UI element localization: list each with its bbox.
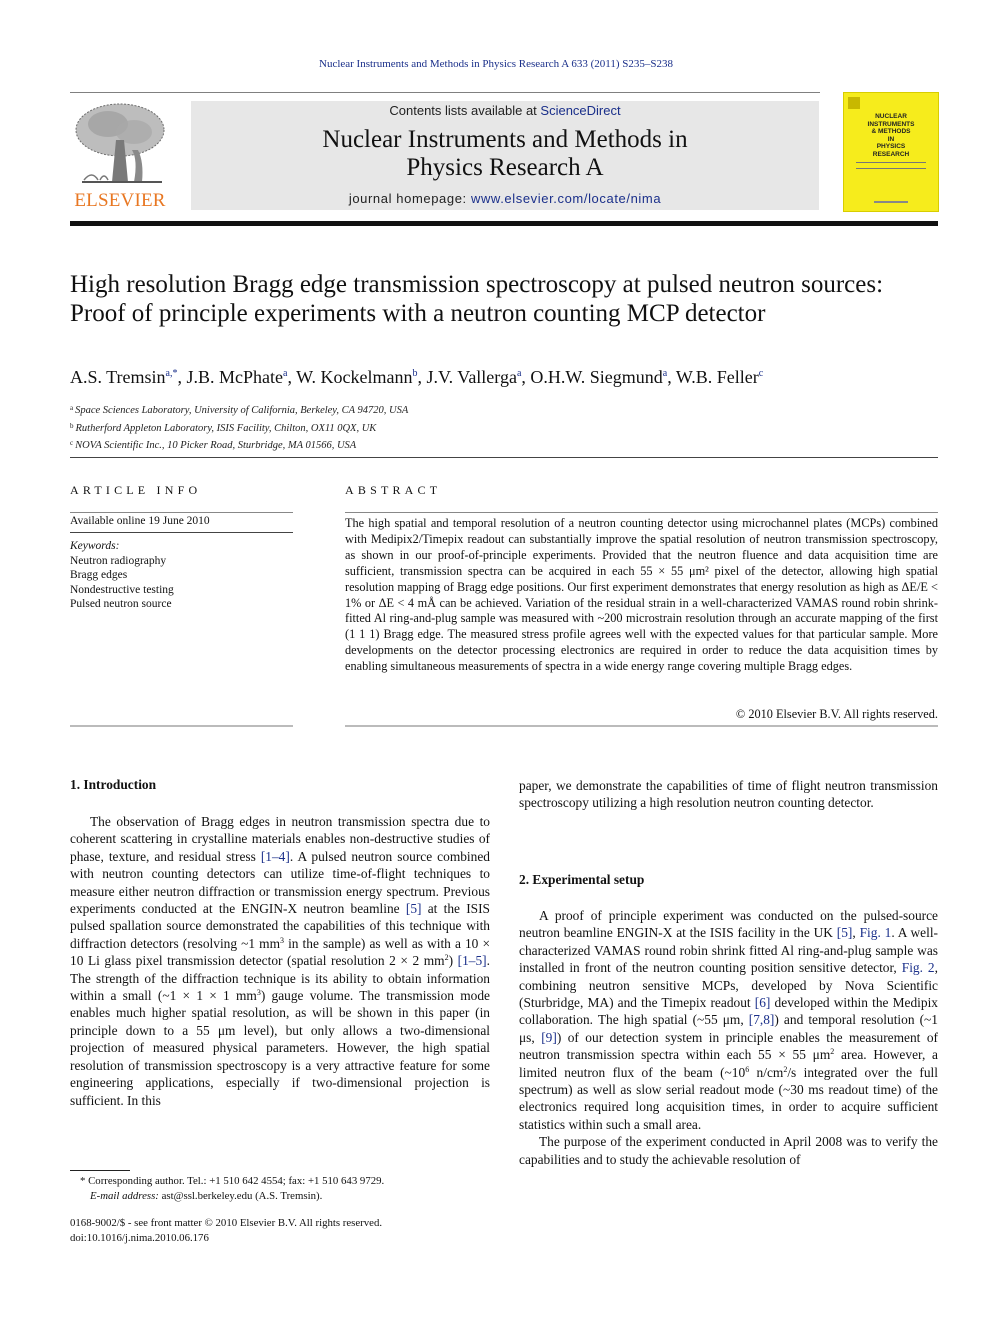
keyword: Nondestructive testing xyxy=(70,583,174,596)
keywords-label: Keywords: xyxy=(70,540,120,552)
citation-link[interactable]: [9] xyxy=(541,1030,557,1045)
contents-line: Contents lists available at ScienceDirec… xyxy=(191,103,819,118)
journal-masthead: Contents lists available at ScienceDirec… xyxy=(191,101,819,210)
header-rule xyxy=(70,92,820,93)
keyword: Bragg edges xyxy=(70,569,128,581)
sciencedirect-link[interactable]: ScienceDirect xyxy=(540,103,620,118)
paragraph: A proof of principle experiment was cond… xyxy=(519,908,938,1132)
homepage-link[interactable]: www.elsevier.com/locate/nima xyxy=(471,191,661,206)
abstract-text: The high spatial and temporal resolution… xyxy=(345,516,938,674)
cover-footer xyxy=(874,201,908,203)
paragraph: The observation of Bragg edges in neutro… xyxy=(70,814,491,1108)
author-affil-marker: c xyxy=(758,368,764,379)
email-label: E-mail address: xyxy=(90,1189,159,1202)
author[interactable]: W. Kockelmannb xyxy=(296,367,417,387)
divider xyxy=(70,532,293,533)
available-online-date: Available online 19 June 2010 xyxy=(70,515,210,527)
author[interactable]: J.V. Vallergaa xyxy=(426,367,521,387)
citation-link[interactable]: [5] xyxy=(837,925,853,940)
cover-logo-icon xyxy=(848,97,860,109)
citation-link[interactable]: [5] xyxy=(406,901,422,916)
issn-line: 0168-9002/$ - see front matter © 2010 El… xyxy=(70,1217,383,1229)
introduction-body-continued: paper, we demonstrate the capabilities o… xyxy=(519,777,938,812)
journal-title: Nuclear Instruments and Methods in Physi… xyxy=(191,126,819,182)
citation-link[interactable]: [6] xyxy=(755,995,771,1010)
author-affil-marker: a xyxy=(662,368,668,379)
journal-title-line1: Nuclear Instruments and Methods in xyxy=(322,126,688,153)
journal-title-line2: Physics Research A xyxy=(406,154,604,181)
affiliation-rule xyxy=(70,457,938,458)
cover-title-line: & METHODS xyxy=(871,128,911,135)
paragraph: The purpose of the experiment conducted … xyxy=(519,1134,938,1167)
citation-link[interactable]: [7,8] xyxy=(749,1012,775,1027)
divider xyxy=(70,725,293,727)
cover-title-line: NUCLEAR xyxy=(875,113,907,120)
affiliations: a Space Sciences Laboratory, University o… xyxy=(70,401,408,454)
divider xyxy=(345,725,938,727)
doi[interactable]: doi:10.1016/j.nima.2010.06.176 xyxy=(70,1231,382,1246)
article-info-heading: ARTICLE INFO xyxy=(70,483,202,497)
section-heading-experimental-setup: 2. Experimental setup xyxy=(519,872,645,887)
corresponding-author-contact: * Corresponding author. Tel.: +1 510 642… xyxy=(80,1175,385,1187)
affiliation: c NOVA Scientific Inc., 10 Picker Road, S… xyxy=(70,439,357,451)
affiliation: b Rutherford Appleton Laboratory, ISIS Fa… xyxy=(70,421,377,434)
cover-title-line: INSTRUMENTS xyxy=(867,120,915,128)
contents-prefix: Contents lists available at xyxy=(389,103,541,118)
corresponding-author-footnote: * Corresponding author. Tel.: +1 510 642… xyxy=(80,1174,384,1203)
author[interactable]: A.S. Tremsina,* xyxy=(70,367,178,387)
footnote-rule xyxy=(70,1170,130,1171)
author[interactable]: O.H.W. Siegmunda xyxy=(530,367,667,387)
cover-title-line: RESEARCH xyxy=(872,150,910,158)
article-title: High resolution Bragg edge transmission … xyxy=(70,271,884,327)
journal-cover-thumbnail[interactable]: NUCLEAR INSTRUMENTS & METHODS IN PHYSICS… xyxy=(843,92,939,212)
homepage-prefix: journal homepage: xyxy=(348,191,471,206)
running-head[interactable]: Nuclear Instruments and Methods in Physi… xyxy=(0,58,992,70)
abstract-heading: ABSTRACT xyxy=(345,483,442,497)
section-heading-introduction: 1. Introduction xyxy=(70,777,157,792)
author-affil-marker: b xyxy=(412,368,418,379)
email-line: E-mail address: ast@ssl.berkeley.edu (A.… xyxy=(80,1189,384,1204)
experimental-setup-body: A proof of principle experiment was cond… xyxy=(519,907,938,1168)
author-list: A.S. Tremsina,*, J.B. McPhatea, W. Kocke… xyxy=(70,367,764,387)
keyword: Neutron radiography xyxy=(70,554,167,567)
affiliation: a Space Sciences Laboratory, University o… xyxy=(70,404,409,416)
citation-link[interactable]: [1–4] xyxy=(261,849,290,864)
author-affil-marker: a xyxy=(283,368,288,379)
author-affil-marker: a xyxy=(516,368,522,379)
cover-title-line: IN xyxy=(887,135,895,143)
divider xyxy=(345,512,938,513)
elsevier-tree-icon xyxy=(75,103,165,183)
author[interactable]: J.B. McPhatea xyxy=(187,367,288,387)
journal-homepage: journal homepage: www.elsevier.com/locat… xyxy=(191,191,819,206)
keyword: Pulsed neutron source xyxy=(70,598,172,610)
keywords: Keywords: Neutron radiography Bragg edge… xyxy=(70,539,174,612)
citation-link[interactable]: [1–5] xyxy=(458,953,487,968)
header-thick-rule xyxy=(70,221,938,226)
front-matter-info: 0168-9002/$ - see front matter © 2010 El… xyxy=(70,1216,382,1245)
divider xyxy=(70,512,293,513)
author-affil-marker: a,* xyxy=(165,368,178,379)
email-address[interactable]: ast@ssl.berkeley.edu (A.S. Tremsin). xyxy=(159,1190,323,1202)
cover-subtitle-lines xyxy=(856,162,926,169)
elsevier-wordmark: ELSEVIER xyxy=(74,190,166,211)
figure-link[interactable]: Fig. 2 xyxy=(902,960,935,975)
paragraph: paper, we demonstrate the capabilities o… xyxy=(519,778,938,811)
elsevier-logo[interactable]: ELSEVIER xyxy=(70,100,170,212)
abstract-copyright: © 2010 Elsevier B.V. All rights reserved… xyxy=(735,707,938,721)
author[interactable]: W.B. Fellerc xyxy=(676,367,763,387)
introduction-body: The observation of Bragg edges in neutro… xyxy=(70,813,490,1109)
cover-title-line: PHYSICS xyxy=(876,143,906,150)
figure-link[interactable]: Fig. 1 xyxy=(860,925,892,940)
cover-title: NUCLEAR INSTRUMENTS & METHODS IN PHYSICS… xyxy=(844,113,938,158)
